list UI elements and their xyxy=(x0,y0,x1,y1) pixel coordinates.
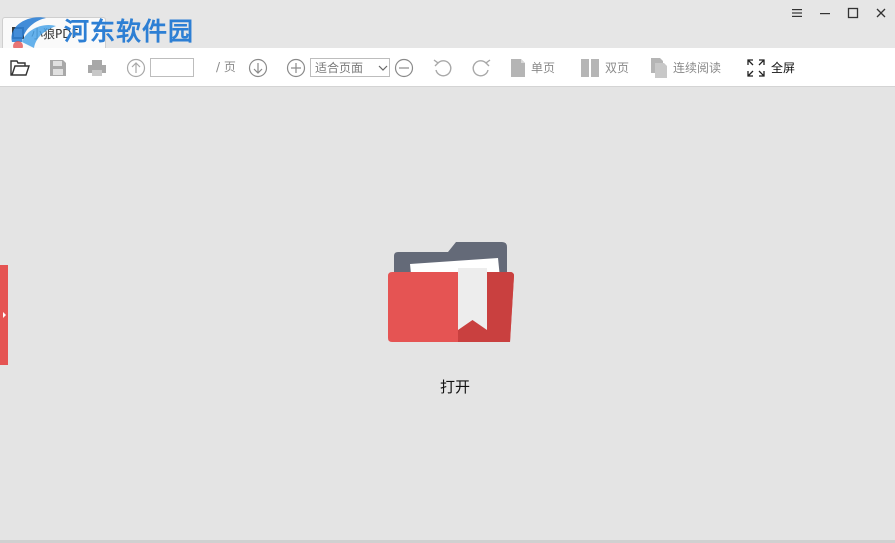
tab-title: 小狼PDF xyxy=(31,26,79,41)
title-bar: 小狼PDF 河东软件园 www.pc0359.cn xyxy=(0,0,895,65)
menu-button[interactable] xyxy=(783,0,811,26)
window-controls xyxy=(783,0,895,26)
continuous-read-label: 连续阅读 xyxy=(673,61,722,75)
prev-page-button[interactable] xyxy=(126,48,146,87)
sidebar-toggle[interactable] xyxy=(0,265,8,365)
zoom-value: 适合页面 xyxy=(315,61,364,75)
rotate-left-button[interactable] xyxy=(432,48,454,87)
save-icon xyxy=(50,59,66,76)
zoom-select[interactable]: 适合页面 xyxy=(310,58,390,77)
zoom-out-button[interactable] xyxy=(394,48,414,87)
hamburger-icon xyxy=(792,9,802,17)
minimize-icon xyxy=(820,13,830,15)
single-page-label: 单页 xyxy=(531,61,556,75)
open-label[interactable]: 打开 xyxy=(420,376,490,397)
rotate-left-icon xyxy=(433,58,452,76)
close-button[interactable] xyxy=(867,0,895,26)
next-page-button[interactable] xyxy=(248,48,268,87)
plus-circle-icon xyxy=(286,58,306,77)
rotate-right-icon xyxy=(472,58,491,76)
document-tab[interactable]: 小狼PDF xyxy=(2,17,106,48)
page-number-input[interactable] xyxy=(150,58,194,77)
fullscreen-label: 全屏 xyxy=(771,61,796,75)
fullscreen-button[interactable]: 全屏 xyxy=(746,48,795,87)
page-total-label: / 页 xyxy=(216,60,236,74)
single-page-icon xyxy=(511,58,525,77)
continuous-read-button[interactable]: 连续阅读 xyxy=(650,48,721,87)
print-icon xyxy=(88,59,106,76)
open-folder-icon xyxy=(10,59,30,76)
zoom-in-button[interactable] xyxy=(286,48,306,87)
minus-circle-icon xyxy=(394,58,414,77)
maximize-button[interactable] xyxy=(839,0,867,26)
chevron-right-icon xyxy=(2,312,6,318)
open-file-button[interactable] xyxy=(9,48,31,87)
minimize-button[interactable] xyxy=(811,0,839,26)
maximize-icon xyxy=(847,7,859,19)
single-page-button[interactable]: 单页 xyxy=(510,48,555,87)
close-icon xyxy=(876,8,886,18)
save-button[interactable] xyxy=(48,48,68,87)
double-page-label: 双页 xyxy=(605,61,630,75)
toolbar: / 页 适合页面 单页 双页 连续阅读 全屏 xyxy=(0,48,895,87)
chevron-down-icon xyxy=(377,58,389,77)
app-icon xyxy=(12,27,24,39)
arrow-down-circle-icon xyxy=(248,58,268,77)
open-folder-illustration[interactable] xyxy=(384,238,518,348)
rotate-right-button[interactable] xyxy=(470,48,492,87)
arrow-up-circle-icon xyxy=(126,58,146,77)
fullscreen-icon xyxy=(747,58,765,77)
continuous-page-icon xyxy=(651,57,667,78)
double-page-icon xyxy=(581,58,599,77)
double-page-button[interactable]: 双页 xyxy=(580,48,629,87)
print-button[interactable] xyxy=(86,48,108,87)
